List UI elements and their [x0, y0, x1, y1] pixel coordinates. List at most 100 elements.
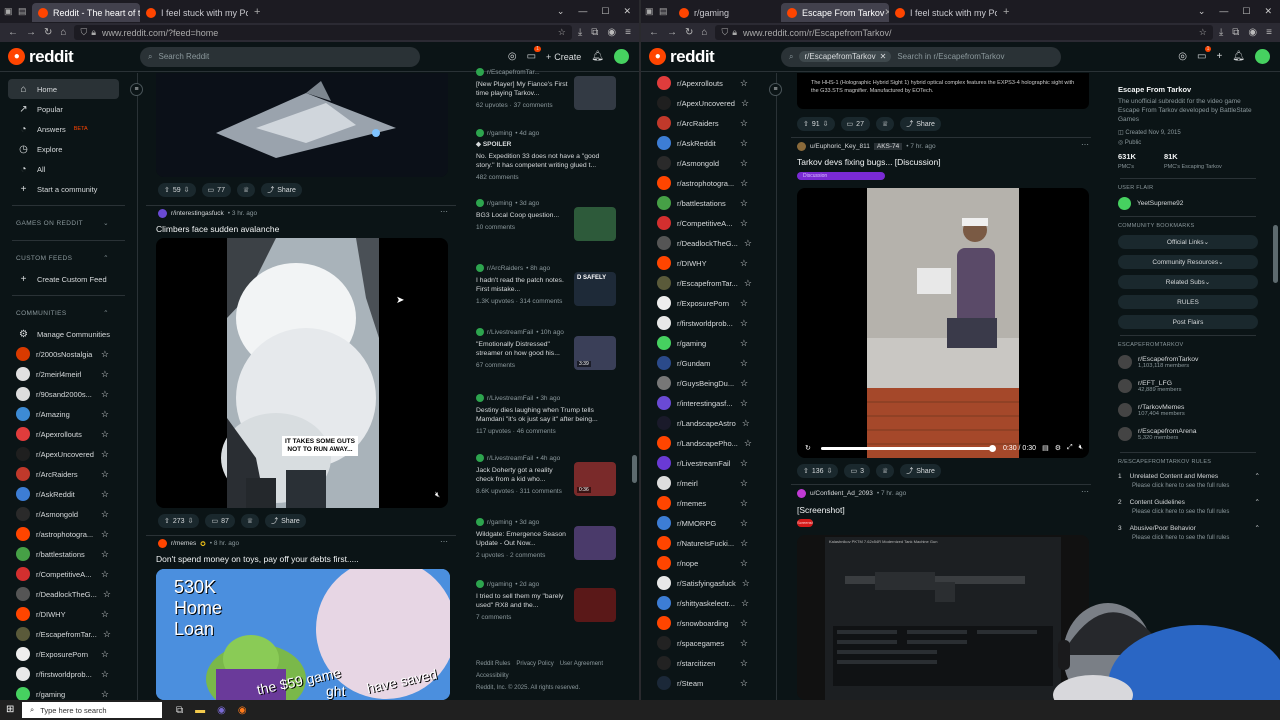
sidebar-community-item[interactable]: r/Steam ☆ [641, 673, 776, 693]
video-progress[interactable] [820, 444, 996, 452]
bookmark-official-links[interactable]: Official Links ⌄ [1118, 235, 1258, 249]
scrollbar[interactable] [1273, 225, 1278, 283]
windows-start-icon[interactable]: ⊞ [6, 704, 14, 715]
sidebar-community-item[interactable]: r/DIWHY ☆ [0, 604, 137, 624]
recent-post-item[interactable]: r/gaming • 4d ago ◆ SPOILER No. Expedition … [476, 129, 622, 181]
favorite-star-icon[interactable]: ☆ [740, 178, 748, 189]
captions-icon[interactable]: ▤ [1042, 444, 1049, 452]
post-title[interactable]: [Screenshot] [797, 505, 845, 515]
favorite-star-icon[interactable]: ☆ [101, 509, 109, 520]
sidebar-community-item[interactable]: r/starcitizen ☆ [641, 653, 776, 673]
sidebar-community-item[interactable]: r/astrophotogra... ☆ [641, 173, 776, 193]
new-tab-icon[interactable]: + [1003, 6, 1009, 18]
chat-icon[interactable]: ▭ 1 [527, 46, 542, 62]
chat-icon[interactable]: ▭ 1 [1197, 46, 1212, 62]
profile-icon[interactable]: ◉ [1248, 27, 1257, 38]
sidebar-community-item[interactable]: r/astrophotogra... ☆ [0, 524, 137, 544]
favorite-star-icon[interactable]: ☆ [101, 549, 109, 560]
search-scope-chip[interactable]: r/EscapefromTarkov ✕ [799, 51, 892, 62]
more-options-icon[interactable]: ⋯ [440, 207, 448, 216]
rule-item[interactable]: 1 Unrelated Content and Memes ⌃ Please clic… [1108, 469, 1268, 495]
sidebar-community-item[interactable]: r/MMORPG ☆ [641, 513, 776, 533]
favorite-star-icon[interactable]: ☆ [101, 669, 109, 680]
settings-icon[interactable]: ⚙ [1055, 444, 1061, 452]
sidebar-community-item[interactable]: r/ApexUncovered ☆ [0, 444, 137, 464]
award-button[interactable]: ♕ [236, 183, 256, 197]
post-title[interactable]: Climbers face sudden avalanche [156, 224, 279, 234]
sidebar-community-item[interactable]: r/CompetitiveA... ☆ [641, 213, 776, 233]
sidebar-community-item[interactable]: r/ExposurePorn ☆ [641, 293, 776, 313]
sidebar-community-item[interactable]: r/battlestations ☆ [0, 544, 137, 564]
favorite-star-icon[interactable]: ☆ [101, 349, 109, 360]
favorite-star-icon[interactable]: ☆ [740, 498, 748, 509]
comments-button[interactable]: ▭ 77 [201, 183, 231, 197]
custom-feeds-header[interactable]: CUSTOM FEEDS ⌃ [0, 247, 137, 269]
favorite-star-icon[interactable]: ☆ [740, 558, 748, 569]
upvote-icon[interactable]: ⇧ [164, 186, 170, 194]
sidebar-item-all[interactable]: ◔ All [0, 159, 137, 179]
favorite-star-icon[interactable]: ☆ [101, 389, 109, 400]
sidebar-community-item[interactable]: r/LivestreamFail ☆ [641, 453, 776, 473]
back-icon[interactable]: ← [8, 27, 18, 38]
sidebar-community-item[interactable]: r/2000sNostalgia ☆ [0, 344, 137, 364]
sidebar-community-item[interactable]: r/90sand2000s... ☆ [0, 384, 137, 404]
favorite-star-icon[interactable]: ☆ [101, 529, 109, 540]
avatar[interactable] [1255, 49, 1270, 64]
manage-communities[interactable]: ⚙ Manage Communities [0, 324, 137, 344]
favorite-star-icon[interactable]: ☆ [101, 449, 109, 460]
favorite-star-icon[interactable]: ☆ [740, 618, 748, 629]
search-input[interactable]: ⌕ Search Reddit [140, 46, 420, 67]
sidebar-toggle-icon[interactable]: ▤ [659, 6, 673, 17]
taskbar-search-input[interactable]: ⌕ Type here to search [22, 702, 162, 718]
sidebar-community-item[interactable]: r/Apexrollouts ☆ [0, 424, 137, 444]
rule-header[interactable]: 3 Abusive/Poor Behavior ⌃ [1108, 521, 1268, 535]
downvote-icon[interactable]: ⇩ [827, 467, 833, 475]
favorite-star-icon[interactable]: ☆ [740, 298, 748, 309]
clear-icon[interactable]: ✕ [880, 52, 887, 61]
share-button[interactable]: ⤴ Share [261, 183, 302, 197]
favorite-star-icon[interactable]: ☆ [101, 469, 109, 480]
minimize-icon[interactable]: — [578, 6, 587, 17]
sidebar-community-item[interactable]: r/interestingasf... ☆ [641, 393, 776, 413]
create-custom-feed[interactable]: + Create Custom Feed [0, 269, 137, 289]
sidebar-community-item[interactable]: r/LandscapeAstro ☆ [641, 413, 776, 433]
footer-link[interactable]: Privacy Policy [516, 658, 553, 670]
favorite-star-icon[interactable]: ☆ [744, 278, 752, 289]
sidebar-community-item[interactable]: r/EscapefromTar... ☆ [0, 624, 137, 644]
minimize-icon[interactable]: — [1219, 6, 1228, 17]
related-sub-item[interactable]: r/EFT_LFG 42,889 members [1108, 374, 1268, 398]
recent-post-item[interactable]: r/LivestreamFail • 10h ago "Emotionally Di… [476, 328, 622, 370]
forward-icon[interactable]: → [667, 27, 677, 38]
vote-control[interactable]: ⇧ 273 ⇩ [158, 514, 200, 528]
new-tab-icon[interactable]: + [254, 6, 260, 18]
footer-link[interactable]: Accessibility [476, 670, 626, 682]
sidebar-community-item[interactable]: r/NatureIsFucki... ☆ [641, 533, 776, 553]
sidebar-community-item[interactable]: r/battlestations ☆ [641, 193, 776, 213]
sidebar-community-item[interactable]: r/Asmongold ☆ [641, 153, 776, 173]
bookmark-post-flairs[interactable]: Post Flairs [1118, 315, 1258, 329]
menu-icon[interactable]: ≡ [1266, 27, 1272, 38]
favorite-star-icon[interactable]: ☆ [740, 358, 748, 369]
advertise-icon[interactable]: ◎ [1178, 51, 1187, 62]
favorite-star-icon[interactable]: ☆ [742, 418, 750, 429]
downvote-icon[interactable]: ⇩ [823, 120, 829, 128]
favorite-star-icon[interactable]: ☆ [742, 578, 750, 589]
comments-button[interactable]: ▭ 3 [844, 464, 870, 478]
rule-item[interactable]: 3 Abusive/Poor Behavior ⌃ Please click here… [1108, 521, 1268, 547]
sidebar-community-item[interactable]: r/meirl ☆ [641, 473, 776, 493]
sidebar-community-item[interactable]: r/gaming ☆ [0, 684, 137, 700]
chevron-down-icon[interactable]: ⌄ [557, 6, 565, 17]
username-link[interactable]: u/Euphoric_Key_811 [810, 143, 870, 150]
rule-header[interactable]: 1 Unrelated Content and Memes ⌃ [1108, 469, 1268, 483]
sidebar-community-item[interactable]: r/2meirl4meirl ☆ [0, 364, 137, 384]
sidebar-toggle-icon[interactable]: ▤ [18, 6, 32, 17]
scrollbar[interactable] [632, 455, 637, 483]
favorite-star-icon[interactable]: ☆ [101, 489, 109, 500]
favorite-star-icon[interactable]: ☆ [101, 569, 109, 580]
reddit-logo[interactable]: ● reddit [0, 47, 140, 67]
rule-header[interactable]: 2 Content Guidelines ⌃ [1108, 495, 1268, 509]
advertise-icon[interactable]: ◎ [508, 51, 517, 62]
related-sub-item[interactable]: r/TarkovMemes 107,404 members [1108, 398, 1268, 422]
download-icon[interactable]: ⤓ [578, 27, 582, 38]
sidebar-community-item[interactable]: r/Gundam ☆ [641, 353, 776, 373]
